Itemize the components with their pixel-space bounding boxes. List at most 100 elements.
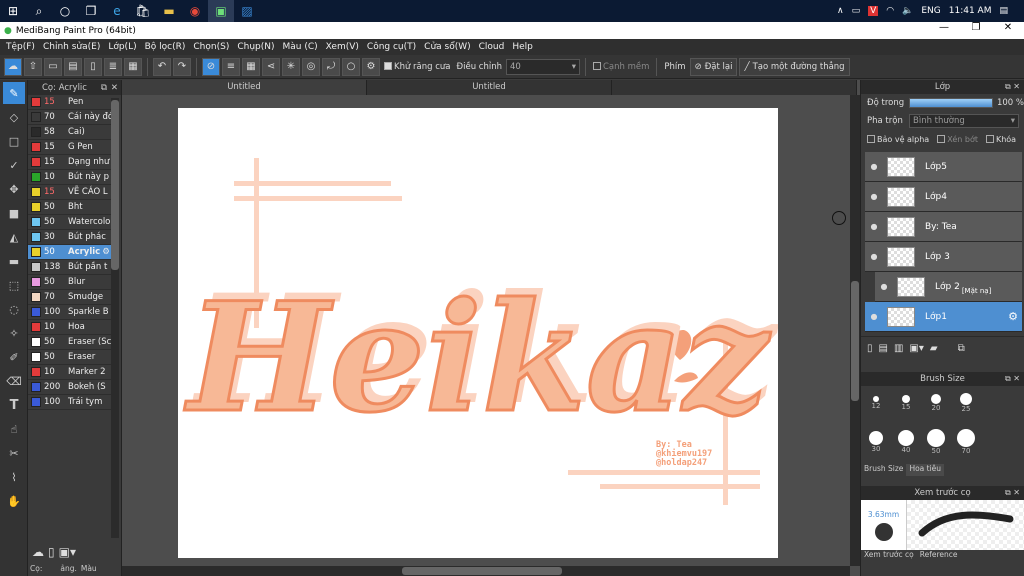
gear-icon[interactable]: ⚙: [102, 247, 110, 257]
brush-item[interactable]: 50 Eraser (Sc: [28, 335, 112, 350]
eyedropper-tool-icon[interactable]: ⌇: [3, 466, 25, 488]
brush-item[interactable]: 10 Bút này p: [28, 170, 112, 185]
eraser-tool-icon[interactable]: ◇: [3, 106, 25, 128]
popout-icon[interactable]: ⧉ ✕: [1005, 80, 1020, 94]
snap-circle-icon[interactable]: ◎: [302, 57, 320, 76]
redo-icon[interactable]: ↷: [173, 57, 191, 76]
menu-cloud[interactable]: Cloud: [477, 42, 511, 52]
panel-close-icon[interactable]: ✕: [111, 83, 118, 93]
photos-icon[interactable]: ▨: [234, 0, 260, 22]
minimize-icon[interactable]: —: [928, 22, 960, 33]
select-pen-tool-icon[interactable]: ✐: [3, 346, 25, 368]
new-layer-icon[interactable]: ▯: [867, 343, 873, 360]
hand-tool-icon[interactable]: ✋: [3, 490, 25, 512]
medibang-taskbar-icon[interactable]: ▣: [208, 0, 234, 22]
snap-curve-icon[interactable]: ⤾: [322, 57, 340, 76]
snap-perspective-icon[interactable]: ⋖: [262, 57, 280, 76]
opacity-slider[interactable]: [909, 98, 993, 108]
menu-view[interactable]: Xem(V): [324, 42, 365, 52]
gear-icon[interactable]: ⚙: [1008, 310, 1018, 323]
brush-settings-icon[interactable]: ▣▾: [59, 545, 76, 559]
brush-item[interactable]: 58 Cai): [28, 125, 112, 140]
tab-brush[interactable]: Cọ:: [28, 564, 42, 576]
cloud-download-icon[interactable]: ☁: [32, 545, 44, 559]
brush-size-cell[interactable]: 20: [923, 390, 949, 416]
snap-off-icon[interactable]: ⊘: [202, 57, 220, 76]
brush-tool-icon[interactable]: ✎: [3, 82, 25, 104]
snap-radial-icon[interactable]: ✳: [282, 57, 300, 76]
tab-document-2[interactable]: Untitled: [367, 80, 612, 95]
layer-item[interactable]: ● By: Tea: [865, 212, 1022, 242]
tab-brush-preview[interactable]: Xem trước cọ: [861, 550, 917, 562]
tab-document-1[interactable]: Untitled: [122, 80, 367, 95]
new-8bit-layer-icon[interactable]: ▥: [894, 343, 903, 360]
popout-icon[interactable]: ⧉ ✕: [1005, 486, 1020, 500]
menu-select[interactable]: Chọn(S): [191, 42, 235, 52]
canvas-vertical-scrollbar[interactable]: [850, 95, 860, 566]
chevron-up-icon[interactable]: ∧: [837, 6, 844, 16]
lock-checkbox[interactable]: Khóa: [985, 135, 1016, 144]
folder-icon[interactable]: ▬: [156, 0, 182, 22]
language-indicator[interactable]: ENG: [921, 6, 940, 16]
tab-color[interactable]: Màu: [79, 564, 97, 576]
tab-tone[interactable]: ảng.: [44, 564, 77, 576]
brush-size-cell[interactable]: 25: [953, 390, 979, 416]
brush-item[interactable]: 50 Eraser: [28, 350, 112, 365]
chrome-icon[interactable]: ◉: [182, 0, 208, 22]
brush-item[interactable]: 50 Blur: [28, 275, 112, 290]
layer-item[interactable]: ● Lớp 3: [865, 242, 1022, 272]
volume-icon[interactable]: 🔈: [902, 6, 913, 16]
lasso-tool-icon[interactable]: ◌: [3, 298, 25, 320]
menu-color[interactable]: Màu (C): [281, 42, 324, 52]
share-icon[interactable]: ⇧: [24, 57, 42, 76]
brush-item[interactable]: 30 Bút phác: [28, 230, 112, 245]
divide-tool-icon[interactable]: ✂: [3, 442, 25, 464]
snap-grid-icon[interactable]: ▦: [242, 57, 260, 76]
task-view-icon[interactable]: ❐: [78, 0, 104, 22]
brush-item[interactable]: 15 Dạng như: [28, 155, 112, 170]
brush-item[interactable]: 100 Sparkle B: [28, 305, 112, 320]
menu-edit[interactable]: Chỉnh sửa(E): [41, 42, 106, 52]
canvas-horizontal-scrollbar[interactable]: [122, 566, 850, 576]
store-icon[interactable]: 🛍: [130, 0, 156, 22]
new-halftone-layer-icon[interactable]: ▤: [879, 343, 888, 360]
brush-list-scrollbar[interactable]: [111, 98, 119, 538]
folder-icon[interactable]: ▰: [930, 343, 938, 360]
brush-item[interactable]: 10 Marker 2: [28, 365, 112, 380]
snap-parallel-icon[interactable]: ≡: [222, 57, 240, 76]
brush-item[interactable]: 70 Smudge: [28, 290, 112, 305]
layer-item[interactable]: ● Lớp5: [865, 152, 1022, 182]
windows-start-icon[interactable]: ⊞: [0, 0, 26, 22]
protect-alpha-checkbox[interactable]: Bảo vệ alpha: [867, 135, 929, 144]
soft-edge-checkbox[interactable]: Cạnh mềm: [591, 62, 651, 72]
brush-item[interactable]: 15 G Pen: [28, 140, 112, 155]
brush-item[interactable]: 100 Trái tym: [28, 395, 112, 410]
brush-item[interactable]: 10 Hoa: [28, 320, 112, 335]
eye-icon[interactable]: ●: [865, 312, 883, 321]
select-tool-icon[interactable]: ⬚: [3, 274, 25, 296]
brush-item[interactable]: 200 Bokeh (S: [28, 380, 112, 395]
brush-item[interactable]: 15 Pen: [28, 95, 112, 110]
layer-item[interactable]: ● Lớp1 ⚙: [865, 302, 1022, 332]
reset-button[interactable]: ⊘ Đặt lại: [689, 57, 738, 76]
layer-item[interactable]: ● Lớp 2 [Mặt nạ]: [875, 272, 1022, 302]
page-icon[interactable]: ▯: [84, 57, 102, 76]
fill-rect-tool-icon[interactable]: ■: [3, 202, 25, 224]
menu-help[interactable]: Help: [510, 42, 539, 52]
chat-icon[interactable]: ▤: [64, 57, 82, 76]
edge-icon[interactable]: e: [104, 0, 130, 22]
notification-icon[interactable]: ▤: [999, 6, 1008, 16]
bucket-tool-icon[interactable]: ◭: [3, 226, 25, 248]
popout-icon[interactable]: ⧉ ✕: [1005, 372, 1020, 386]
clock[interactable]: 11:41 AM: [949, 6, 992, 16]
menu-tools[interactable]: Công cụ(T): [365, 42, 422, 52]
antialias-checkbox[interactable]: Khử răng cưa: [382, 62, 453, 72]
eye-icon[interactable]: ●: [875, 282, 893, 291]
brush-size-cell[interactable]: 50: [923, 429, 949, 455]
text-tool-icon[interactable]: T: [3, 394, 25, 416]
move-tool-icon[interactable]: ✥: [3, 178, 25, 200]
magic-wand-tool-icon[interactable]: ✧: [3, 322, 25, 344]
tab-brush-size[interactable]: Brush Size: [861, 464, 906, 476]
brush-item[interactable]: 50 Acrylic ⚙: [28, 245, 112, 260]
menu-window[interactable]: Cửa sổ(W): [422, 42, 476, 52]
